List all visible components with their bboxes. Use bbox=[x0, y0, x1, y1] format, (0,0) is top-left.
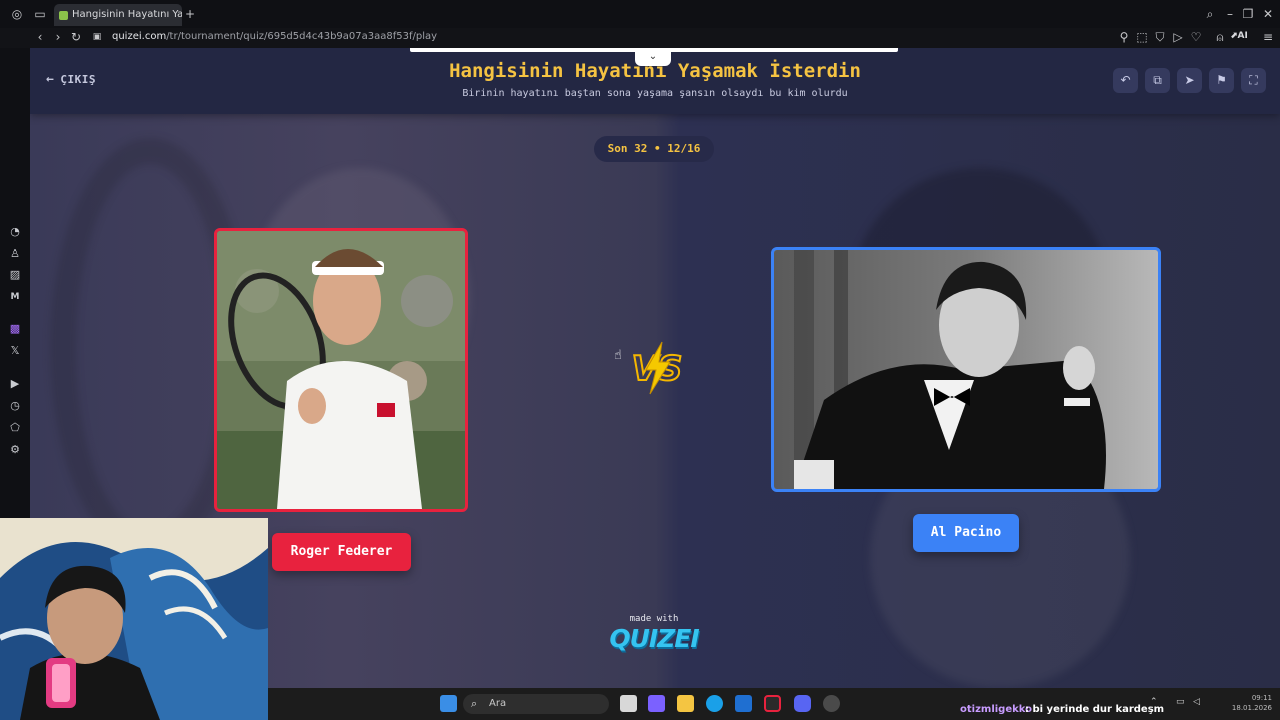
made-with-label: made with bbox=[629, 614, 679, 624]
lock-icon: ▣ bbox=[92, 32, 102, 42]
url-host: quizei.com bbox=[112, 31, 167, 42]
favicon-icon bbox=[59, 11, 68, 20]
report-button[interactable]: ⚑ bbox=[1209, 68, 1234, 93]
candidate-card-left[interactable] bbox=[214, 228, 468, 512]
clock-date: 18.01.2026 bbox=[1231, 704, 1272, 712]
twitch-icon[interactable]: ▩ bbox=[8, 322, 22, 336]
settings-icon[interactable]: ⚙ bbox=[8, 443, 22, 457]
minimize-icon[interactable]: – bbox=[1222, 7, 1238, 23]
adblock-icon[interactable]: ⛉ bbox=[1152, 30, 1168, 46]
share-button[interactable]: ⧉ bbox=[1145, 68, 1170, 93]
candidate-card-right[interactable] bbox=[771, 247, 1161, 492]
round-badge: Son 32 • 12/16 bbox=[594, 136, 714, 162]
discord-icon[interactable] bbox=[794, 695, 811, 712]
browser-tab[interactable]: Hangisinin Hayatını Yaşam bbox=[54, 4, 182, 26]
undo-button[interactable]: ↶ bbox=[1113, 68, 1138, 93]
file-explorer-icon[interactable] bbox=[677, 695, 694, 712]
clock-time: 09:11 bbox=[1251, 694, 1272, 702]
send-button[interactable]: ➤ bbox=[1177, 68, 1202, 93]
opera-menu-icon[interactable]: ◎ bbox=[9, 7, 25, 23]
extensions-icon[interactable]: ⬠ bbox=[8, 421, 22, 435]
collapse-toggle[interactable]: ⌄ bbox=[635, 50, 671, 66]
fullscreen-button[interactable]: ⛶ bbox=[1241, 68, 1266, 93]
vs-lightning-icon: VS bbox=[631, 341, 683, 395]
quizei-logo[interactable]: QUIZEI bbox=[606, 624, 702, 653]
browser-sidebar: ◔ ♙ ▨ M ▩ 𝕏 ▶ ◷ ⬠ ⚙ bbox=[0, 48, 30, 518]
edge-icon[interactable] bbox=[706, 695, 723, 712]
aria-ai-button[interactable]: ⬈AI bbox=[1230, 31, 1248, 41]
ai-label: AI bbox=[1237, 31, 1248, 41]
fullscreen-icon: ⛶ bbox=[1249, 73, 1258, 87]
flag-icon: ⚑ bbox=[1216, 73, 1227, 87]
tab-overview-icon[interactable]: ▭ bbox=[32, 7, 48, 23]
player-icon[interactable]: ▷ bbox=[1170, 30, 1186, 46]
new-tab-icon[interactable]: + bbox=[182, 7, 198, 23]
send-icon: ➤ bbox=[1184, 73, 1195, 87]
account-icon[interactable]: ⍝ bbox=[1212, 30, 1228, 46]
network-icon[interactable]: ▭ bbox=[1176, 697, 1185, 707]
x-twitter-icon[interactable]: 𝕏 bbox=[8, 344, 22, 358]
search-icon: ⌕ bbox=[471, 697, 478, 710]
restore-icon[interactable]: ❐ bbox=[1240, 7, 1256, 23]
volume-icon[interactable]: ◁ bbox=[1193, 697, 1200, 707]
back-icon[interactable]: ‹ bbox=[32, 30, 48, 46]
snapshot-icon[interactable]: ⬚ bbox=[1134, 30, 1150, 46]
reload-icon[interactable]: ↻ bbox=[68, 30, 84, 46]
task-view-icon[interactable] bbox=[620, 695, 637, 712]
windows-start-icon[interactable] bbox=[440, 695, 457, 712]
crypto-wallet-icon[interactable]: ♙ bbox=[8, 247, 22, 261]
mouse-cursor-icon: ☝ bbox=[614, 348, 622, 363]
webcam-overlay bbox=[0, 518, 268, 720]
tray-chevron-up-icon[interactable]: ⌃ bbox=[1150, 697, 1158, 707]
search-tabs-icon[interactable]: ⌕ bbox=[1202, 7, 1218, 23]
chevron-down-icon: ⌄ bbox=[648, 51, 658, 62]
undo-icon: ↶ bbox=[1120, 73, 1131, 87]
taskbar-search[interactable]: ⌕ Ara bbox=[463, 694, 609, 714]
pin-icon[interactable]: ⚲ bbox=[1116, 30, 1132, 46]
copilot-icon[interactable] bbox=[648, 695, 665, 712]
workspace-icon[interactable]: ▨ bbox=[8, 268, 22, 282]
search-placeholder: Ara bbox=[489, 698, 507, 709]
history-sync-icon[interactable]: ◔ bbox=[8, 225, 22, 239]
candidate-photo-right bbox=[774, 250, 1158, 489]
candidate-name-right-button[interactable]: Al Pacino bbox=[913, 514, 1019, 552]
browser-tab-bar: ◎ ▭ Hangisinin Hayatını Yaşam + ⌕ – ❐ ✕ bbox=[0, 0, 1280, 28]
candidate-name-left-button[interactable]: Roger Federer bbox=[272, 533, 411, 571]
obs-icon[interactable] bbox=[823, 695, 840, 712]
opera-taskbar-icon[interactable] bbox=[764, 695, 781, 712]
store-icon[interactable] bbox=[735, 695, 752, 712]
clock-icon[interactable]: ◷ bbox=[8, 399, 22, 413]
browser-menu-icon[interactable]: ≡ bbox=[1260, 30, 1276, 46]
messenger-icon[interactable]: M bbox=[8, 290, 22, 304]
url-field[interactable]: quizei.com/tr/tournament/quiz/695d5d4c43… bbox=[112, 30, 437, 44]
candidate-photo-left bbox=[217, 231, 465, 509]
tab-title: Hangisinin Hayatını Yaşam bbox=[72, 9, 182, 20]
chat-username: otizmligekko bbox=[960, 704, 1033, 715]
share-icon: ⧉ bbox=[1153, 73, 1162, 87]
chat-message: : bi yerinde dur kardeşm bbox=[1025, 704, 1165, 715]
heart-icon[interactable]: ♡ bbox=[1188, 30, 1204, 46]
close-window-icon[interactable]: ✕ bbox=[1260, 7, 1276, 23]
forward-icon[interactable]: › bbox=[50, 30, 66, 46]
page-subtitle: Birinin hayatını baştan sona yaşama şans… bbox=[462, 88, 848, 99]
player-sidebar-icon[interactable]: ▶ bbox=[8, 377, 22, 391]
taskbar-clock[interactable]: 09:11 18.01.2026 bbox=[1228, 693, 1272, 713]
url-path: /tr/tournament/quiz/695d5d4c43b9a07a3aa8… bbox=[166, 31, 438, 42]
webcam-feed bbox=[0, 518, 268, 720]
